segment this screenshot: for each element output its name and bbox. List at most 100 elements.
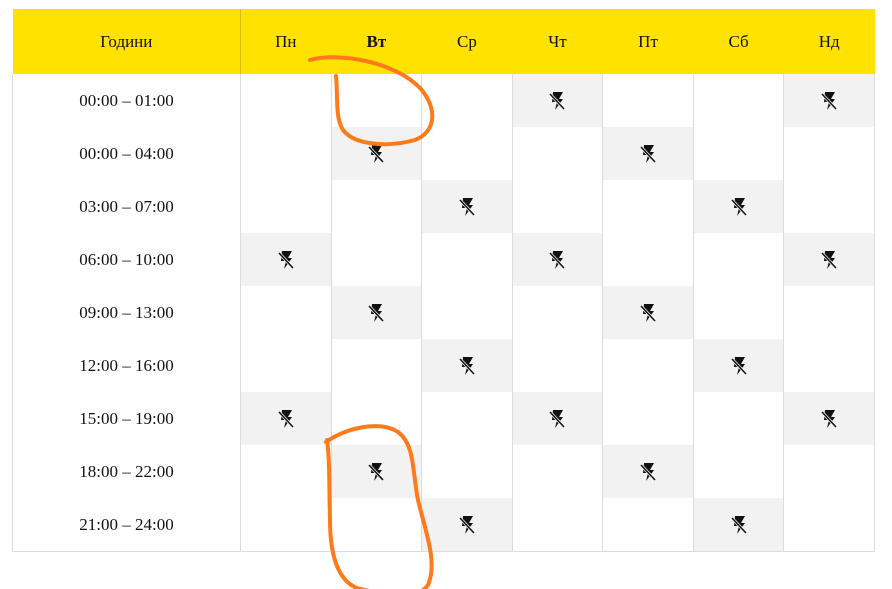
power-on-cell [511, 180, 603, 233]
power-on-cell [240, 339, 332, 392]
outage-cell [330, 286, 422, 339]
power-off-bolt-icon [548, 250, 566, 270]
column-header-day: Сб [693, 9, 785, 74]
power-on-cell [783, 498, 875, 552]
power-on-cell [330, 233, 422, 286]
power-off-bolt-icon [730, 515, 748, 535]
outage-cell [602, 127, 694, 180]
power-on-cell [240, 286, 332, 339]
power-on-cell [421, 445, 513, 498]
power-on-cell [692, 233, 784, 286]
power-on-cell [692, 286, 784, 339]
power-off-bolt-icon [730, 197, 748, 217]
power-on-cell [783, 339, 875, 392]
power-off-bolt-icon [820, 409, 838, 429]
table-row: 09:00 – 13:00 [12, 286, 875, 339]
page: Години Пн Вт Ср Чт Пт Сб Нд 00:00 – 01:00 00:00 … [0, 0, 892, 589]
time-range-cell: 09:00 – 13:00 [12, 286, 241, 339]
power-on-cell [330, 180, 422, 233]
table-row: 03:00 – 07:00 [12, 180, 875, 233]
outage-cell [692, 339, 784, 392]
power-off-bolt-icon [730, 356, 748, 376]
time-range-cell: 21:00 – 24:00 [12, 498, 241, 552]
time-range-cell: 03:00 – 07:00 [12, 180, 241, 233]
power-off-bolt-icon [639, 144, 657, 164]
table-row: 00:00 – 01:00 [12, 74, 875, 127]
power-on-cell [330, 392, 422, 445]
power-on-cell [330, 498, 422, 552]
outage-cell [421, 339, 513, 392]
time-range-cell: 00:00 – 01:00 [12, 74, 241, 127]
time-range-cell: 18:00 – 22:00 [12, 445, 241, 498]
outage-cell [783, 392, 875, 445]
table-header: Години Пн Вт Ср Чт Пт Сб Нд [12, 9, 875, 74]
power-on-cell [240, 74, 332, 127]
power-off-bolt-icon [367, 144, 385, 164]
table-row: 15:00 – 19:00 [12, 392, 875, 445]
power-off-bolt-icon [639, 303, 657, 323]
outage-cell [240, 392, 332, 445]
power-on-cell [511, 127, 603, 180]
outage-cell [783, 233, 875, 286]
column-header-day: Пн [240, 9, 332, 74]
power-off-bolt-icon [277, 250, 295, 270]
column-header-day: Пт [602, 9, 694, 74]
outage-cell [421, 498, 513, 552]
power-on-cell [330, 339, 422, 392]
power-off-bolt-icon [548, 91, 566, 111]
power-on-cell [783, 180, 875, 233]
power-on-cell [330, 74, 422, 127]
column-header-day: Нд [783, 9, 875, 74]
power-on-cell [692, 127, 784, 180]
column-header-day: Чт [512, 9, 604, 74]
time-range-cell: 15:00 – 19:00 [12, 392, 241, 445]
table-row: 00:00 – 04:00 [12, 127, 875, 180]
power-off-bolt-icon [820, 91, 838, 111]
table-row: 18:00 – 22:00 [12, 445, 875, 498]
power-on-cell [602, 498, 694, 552]
power-on-cell [240, 498, 332, 552]
power-on-cell [602, 74, 694, 127]
power-on-cell [511, 286, 603, 339]
outage-cell [602, 286, 694, 339]
outage-cell [421, 180, 513, 233]
outage-cell [602, 445, 694, 498]
table-row: 12:00 – 16:00 [12, 339, 875, 392]
power-off-bolt-icon [639, 462, 657, 482]
power-on-cell [511, 445, 603, 498]
power-off-bolt-icon [458, 356, 476, 376]
outage-cell [330, 127, 422, 180]
outage-cell [783, 74, 875, 127]
column-header-hours: Години [12, 9, 241, 74]
power-on-cell [511, 339, 603, 392]
power-on-cell [511, 498, 603, 552]
power-on-cell [783, 445, 875, 498]
power-on-cell [692, 445, 784, 498]
power-off-bolt-icon [458, 197, 476, 217]
power-off-bolt-icon [367, 462, 385, 482]
power-off-bolt-icon [820, 250, 838, 270]
power-off-bolt-icon [367, 303, 385, 323]
outage-cell [240, 233, 332, 286]
table-body: 00:00 – 01:00 00:00 – 04:00 03:00 – 07:00 0… [12, 74, 875, 552]
power-off-bolt-icon [277, 409, 295, 429]
power-on-cell [602, 180, 694, 233]
power-on-cell [240, 127, 332, 180]
power-on-cell [421, 233, 513, 286]
power-on-cell [240, 445, 332, 498]
power-on-cell [421, 74, 513, 127]
time-range-cell: 06:00 – 10:00 [12, 233, 241, 286]
outage-cell [511, 392, 603, 445]
table-row: 21:00 – 24:00 [12, 498, 875, 552]
header-row: Години Пн Вт Ср Чт Пт Сб Нд [12, 9, 875, 74]
outage-cell [511, 74, 603, 127]
power-on-cell [783, 286, 875, 339]
power-on-cell [421, 286, 513, 339]
power-off-bolt-icon [548, 409, 566, 429]
power-off-bolt-icon [458, 515, 476, 535]
column-header-day: Ср [421, 9, 513, 74]
column-header-day: Вт [331, 9, 423, 74]
power-on-cell [602, 233, 694, 286]
power-on-cell [421, 392, 513, 445]
power-on-cell [421, 127, 513, 180]
